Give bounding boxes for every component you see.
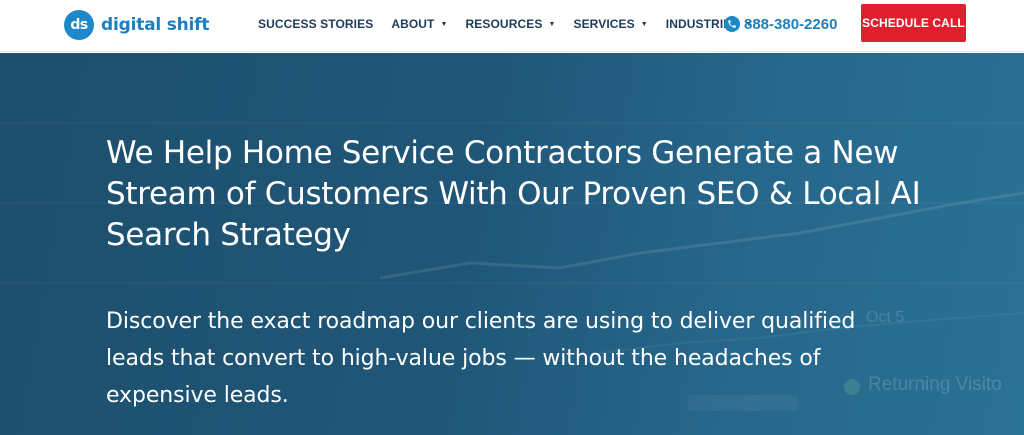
site-header: ds digital shift SUCCESS STORIES ABOUT ▼… [0, 0, 1024, 52]
brand-name: digital shift [101, 15, 210, 35]
nav-label: SUCCESS STORIES [258, 17, 374, 31]
phone-icon [724, 16, 740, 32]
chevron-down-icon: ▼ [440, 20, 448, 28]
hero-headline: We Help Home Service Contractors Generat… [106, 135, 921, 253]
main-nav: SUCCESS STORIES ABOUT ▼ RESOURCES ▼ SERV… [258, 0, 771, 48]
hero-section: Oct 5 Returning Visito We Help Home Serv… [0, 53, 1024, 435]
phone-number: 888-380-2260 [744, 15, 838, 33]
nav-success-stories[interactable]: SUCCESS STORIES [258, 17, 373, 31]
nav-services[interactable]: SERVICES ▼ [573, 17, 647, 31]
brand-logo[interactable]: ds digital shift [64, 8, 210, 42]
hero-subtext: Discover the exact roadmap our clients a… [106, 309, 856, 408]
logo-mark-icon: ds [64, 10, 94, 40]
schedule-call-button[interactable]: SCHEDULE CALL [861, 4, 966, 42]
nav-label: ABOUT [391, 17, 435, 31]
nav-resources[interactable]: RESOURCES ▼ [466, 17, 556, 31]
chevron-down-icon: ▼ [640, 20, 648, 28]
chevron-down-icon: ▼ [548, 20, 556, 28]
nav-label: SERVICES [573, 17, 635, 31]
nav-label: RESOURCES [465, 17, 543, 31]
nav-about[interactable]: ABOUT ▼ [391, 17, 447, 31]
phone-link[interactable]: 888-380-2260 [724, 13, 837, 35]
